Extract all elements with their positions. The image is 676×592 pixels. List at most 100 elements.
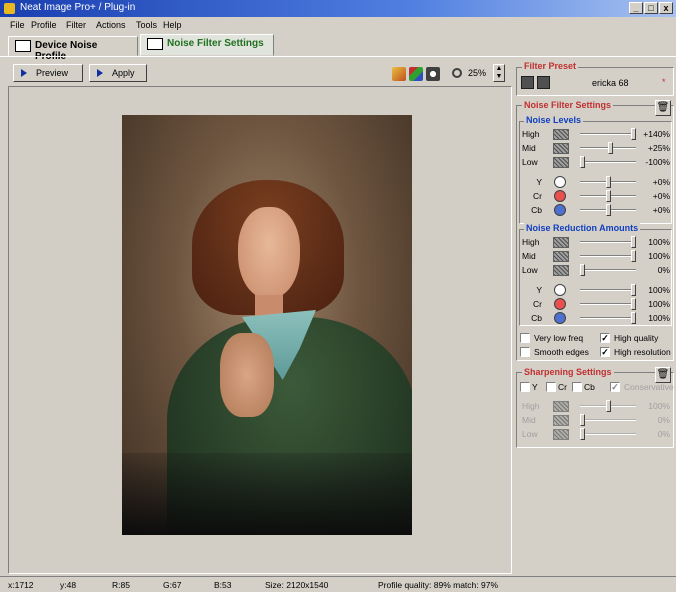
highlight-icon[interactable]	[392, 67, 406, 81]
noise-level-cr-channel-icon	[554, 190, 566, 202]
sharpen-high-pattern-icon	[553, 401, 569, 412]
noise-level-value-high: +140%	[643, 129, 670, 139]
color-channels-icon[interactable]	[409, 67, 423, 81]
noise-reduction-high-pattern-icon	[553, 237, 569, 248]
noise-level-mid-slider-thumb[interactable]	[608, 142, 613, 154]
noise-reduction-label-low: Low	[522, 265, 538, 275]
noise-reduction-value-y: 100%	[648, 285, 670, 295]
restore-button[interactable]: □	[644, 2, 658, 14]
menu-help[interactable]: Help	[163, 20, 182, 30]
noise-reduction-y-channel-icon	[554, 284, 566, 296]
sharpen-channel-label-cr: Cr	[558, 382, 567, 392]
noise-level-high-slider-track[interactable]	[580, 133, 636, 135]
sharpen-channel-checkbox-cr[interactable]	[546, 382, 556, 392]
noise-reduction-value-cr: 100%	[648, 299, 670, 309]
sharpening-title: Sharpening Settings	[522, 367, 614, 377]
noise-level-low-pattern-icon	[553, 157, 569, 168]
noise-reduction-mid-slider-track[interactable]	[580, 255, 636, 257]
window-title: Neat Image Pro+ / Plug-in	[20, 2, 136, 13]
noise-level-cb-channel-icon	[554, 204, 566, 216]
save-preset-icon[interactable]	[537, 76, 550, 89]
status-g: G:67	[163, 580, 182, 590]
minimize-button[interactable]: _	[629, 2, 643, 14]
sharpen-high-slider-thumb[interactable]	[606, 400, 611, 412]
face-shape	[238, 207, 300, 299]
noise-level-label-cr: Cr	[533, 191, 542, 201]
option-checkbox-2[interactable]	[520, 347, 530, 357]
sharpen-low-slider-thumb[interactable]	[580, 428, 585, 440]
noise-reduction-high-slider-track[interactable]	[580, 241, 636, 243]
tab-device-noise-profile[interactable]: Device Noise Profile	[8, 36, 138, 62]
noise-level-low-slider-track[interactable]	[580, 161, 636, 163]
noise-reduction-label-cb: Cb	[531, 313, 542, 323]
app-icon	[4, 3, 15, 14]
menu-file[interactable]: File	[10, 20, 25, 30]
close-button[interactable]: x	[659, 2, 673, 14]
sharpen-mid-slider-track[interactable]	[580, 419, 636, 421]
conservative-label: Conservative	[624, 382, 674, 392]
reset-sharpening-icon[interactable]: 🗑	[655, 367, 671, 383]
tab-strip: Device Noise Profile Noise Filter Settin…	[0, 34, 676, 62]
menu-filter[interactable]: Filter	[66, 20, 86, 30]
option-label-3: High resolution	[614, 347, 671, 357]
filter-preset-title: Filter Preset	[522, 61, 579, 71]
zoom-spinner[interactable]: ▲ ▼	[493, 64, 505, 82]
noise-level-cb-slider-thumb[interactable]	[606, 204, 611, 216]
noise-reduction-title: Noise Reduction Amounts	[524, 223, 641, 233]
noise-filter-title: Noise Filter Settings	[522, 100, 614, 110]
noise-level-high-pattern-icon	[553, 129, 569, 140]
filter-icon	[147, 38, 163, 50]
sharpen-channel-checkbox-cb[interactable]	[572, 382, 582, 392]
preview-photo[interactable]	[122, 115, 412, 535]
reset-noise-filter-icon[interactable]: 🗑	[655, 100, 671, 116]
option-checkbox-3[interactable]: ✓	[600, 347, 610, 357]
noise-level-cr-slider-thumb[interactable]	[606, 190, 611, 202]
noise-reduction-low-slider-track[interactable]	[580, 269, 636, 271]
apply-button[interactable]: Apply	[89, 64, 147, 82]
noise-reduction-cb-slider-track[interactable]	[580, 317, 636, 319]
noise-reduction-label-y: Y	[536, 285, 542, 295]
noise-level-mid-pattern-icon	[553, 143, 569, 154]
sharpen-low-slider-track[interactable]	[580, 433, 636, 435]
noise-reduction-low-slider-thumb[interactable]	[580, 264, 585, 276]
sharpen-mid-slider-thumb[interactable]	[580, 414, 585, 426]
noise-level-y-slider-thumb[interactable]	[606, 176, 611, 188]
load-preset-icon[interactable]	[521, 76, 534, 89]
status-r: R:85	[112, 580, 130, 590]
contrast-icon[interactable]	[426, 67, 440, 81]
menu-profile[interactable]: Profile	[31, 20, 57, 30]
play-icon	[21, 69, 27, 77]
noise-level-value-mid: +25%	[648, 143, 670, 153]
option-label-1: High quality	[614, 333, 659, 343]
noise-level-label-cb: Cb	[531, 205, 542, 215]
zoom-icon[interactable]	[452, 68, 462, 78]
menu-tools[interactable]: Tools	[136, 20, 157, 30]
noise-reduction-cr-slider-track[interactable]	[580, 303, 636, 305]
apply-label: Apply	[112, 68, 135, 78]
noise-level-low-slider-thumb[interactable]	[580, 156, 585, 168]
preset-modified-mark: *	[662, 77, 666, 87]
noise-reduction-low-pattern-icon	[553, 265, 569, 276]
noise-reduction-label-high: High	[522, 237, 540, 247]
title-bar: Neat Image Pro+ / Plug-in _ □ x	[0, 0, 676, 17]
status-b: B:53	[214, 580, 232, 590]
tab-noise-filter-settings[interactable]: Noise Filter Settings	[140, 34, 274, 56]
camera-icon	[15, 40, 31, 52]
option-label-2: Smooth edges	[534, 347, 589, 357]
menu-bar: File Profile Filter Actions Tools Help	[0, 19, 676, 33]
menu-actions[interactable]: Actions	[96, 20, 126, 30]
option-checkbox-0[interactable]	[520, 333, 530, 343]
conservative-checkbox[interactable]: ✓	[610, 382, 620, 392]
sharpen-channel-checkbox-y[interactable]	[520, 382, 530, 392]
zoom-level: 25%	[468, 68, 487, 78]
noise-level-value-cb: +0%	[652, 205, 670, 215]
noise-reduction-label-cr: Cr	[533, 299, 542, 309]
status-bar: x:1712 y:48 R:85 G:67 B:53 Size: 2120x15…	[0, 576, 676, 592]
sharpen-value-low: 0%	[657, 429, 670, 439]
noise-level-value-cr: +0%	[652, 191, 670, 201]
option-checkbox-1[interactable]: ✓	[600, 333, 610, 343]
noise-reduction-value-high: 100%	[648, 237, 670, 247]
sharpen-label-mid: Mid	[522, 415, 536, 425]
noise-reduction-y-slider-track[interactable]	[580, 289, 636, 291]
preview-button[interactable]: Preview	[13, 64, 83, 82]
